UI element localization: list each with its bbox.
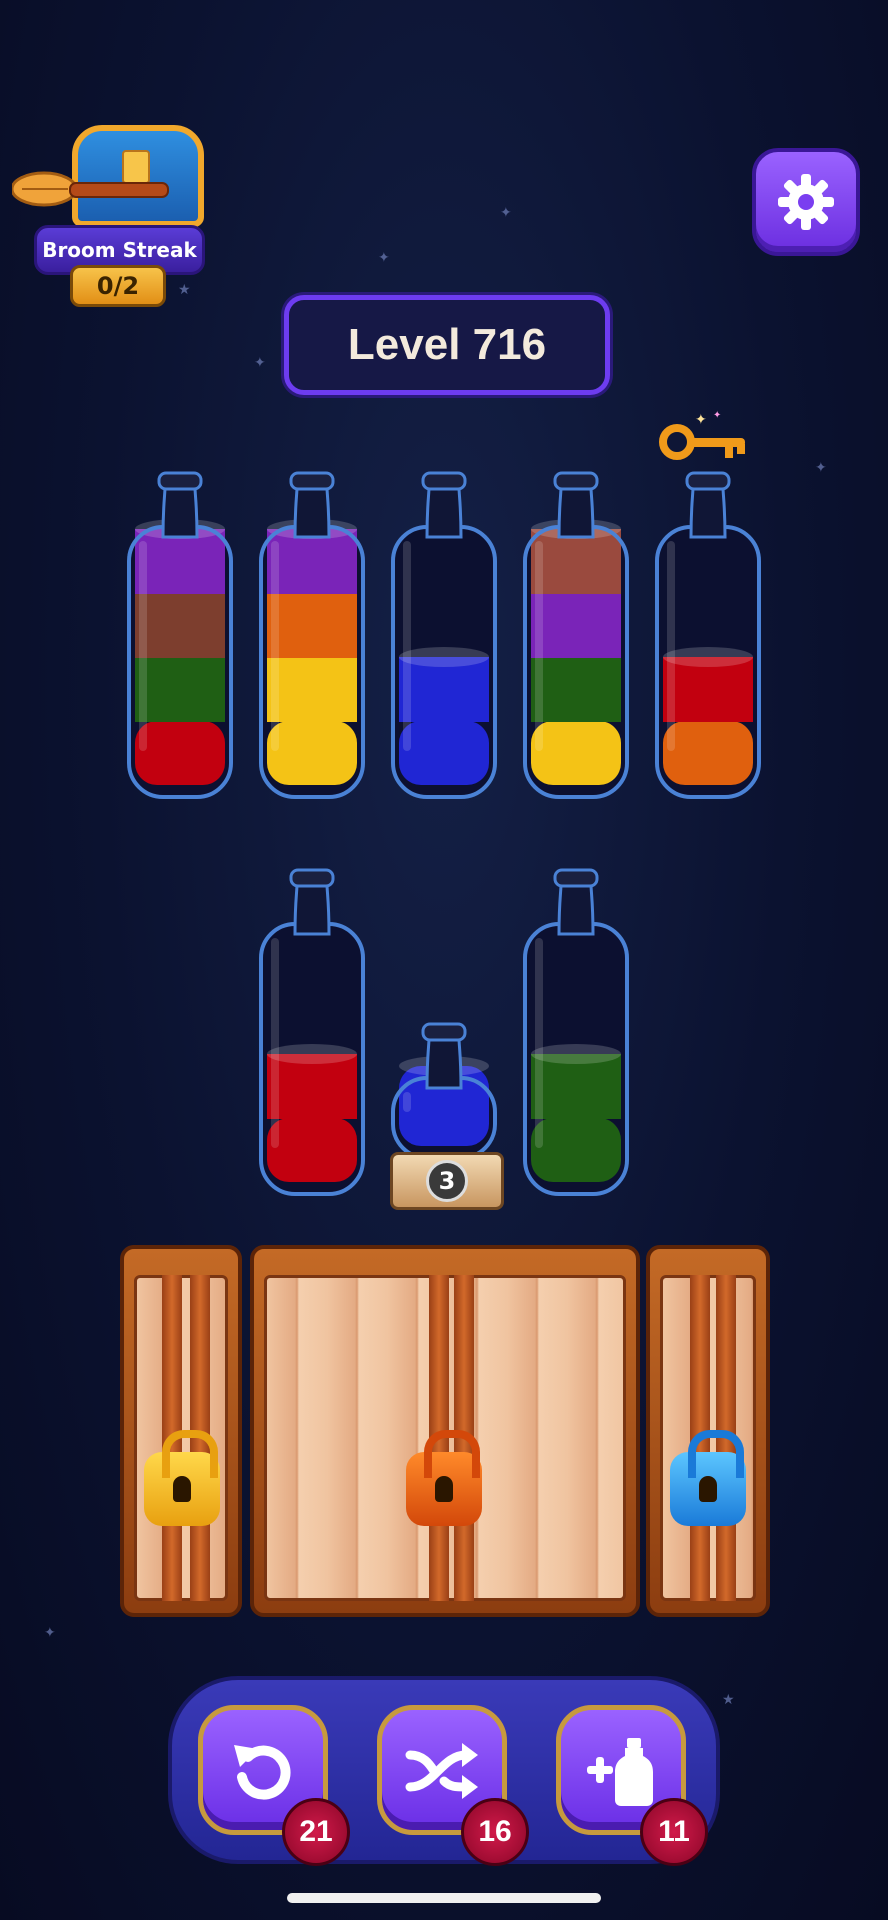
home-indicator[interactable] — [287, 1893, 601, 1903]
add-bottle-icon — [587, 1738, 653, 1806]
gear-icon — [778, 174, 834, 230]
broom-icon — [12, 171, 169, 207]
liquid-layer-orange — [663, 721, 753, 785]
svg-text:✦: ✦ — [695, 412, 707, 428]
level-title: Level 716 — [284, 295, 610, 395]
broom-streak-widget[interactable]: Broom Streak 0/2 — [10, 115, 210, 307]
liquid-layer-yellow — [267, 721, 357, 785]
tube-bottom-3[interactable] — [521, 862, 631, 1202]
liquid-layer-red — [267, 1118, 357, 1182]
undo-icon — [234, 1745, 291, 1800]
tube-top-1[interactable] — [125, 465, 235, 805]
liquid-layer-orange — [267, 593, 357, 658]
liquid-layer-blue — [399, 721, 489, 785]
liquid-layer-green — [135, 657, 225, 722]
blue-padlock-icon — [670, 1430, 746, 1526]
tube-top-5[interactable] — [653, 465, 763, 805]
liquid-layer-yellow — [531, 721, 621, 785]
orange-padlock-icon — [406, 1430, 482, 1526]
capacity-badge-number: 3 — [426, 1160, 468, 1202]
tube-bottom-1[interactable] — [257, 862, 367, 1202]
liquid-layer-yellow — [267, 657, 357, 722]
shuffle-icon — [405, 1743, 478, 1799]
svg-text:✦: ✦ — [713, 410, 721, 421]
shuffle-count-badge: 16 — [461, 1798, 529, 1866]
settings-button[interactable] — [752, 148, 860, 256]
broom-streak-progress: 0/2 — [70, 265, 166, 307]
liquid-layer-purple — [531, 593, 621, 658]
liquid-layer-brown — [135, 593, 225, 658]
golden-key-icon: ✦ ✦ — [659, 410, 745, 460]
liquid-layer-green — [531, 657, 621, 722]
tube-top-3[interactable] — [389, 465, 499, 805]
tube-bottom-2[interactable] — [389, 1016, 499, 1166]
tube-top-2[interactable] — [257, 465, 367, 805]
liquid-layer-red — [135, 721, 225, 785]
add-bottle-count-badge: 11 — [640, 1798, 708, 1866]
liquid-layer-green — [531, 1118, 621, 1182]
tube-top-4[interactable] — [521, 465, 631, 805]
yellow-padlock-icon — [144, 1430, 220, 1526]
undo-count-badge: 21 — [282, 1798, 350, 1866]
capacity-badge: 3 — [390, 1152, 504, 1210]
